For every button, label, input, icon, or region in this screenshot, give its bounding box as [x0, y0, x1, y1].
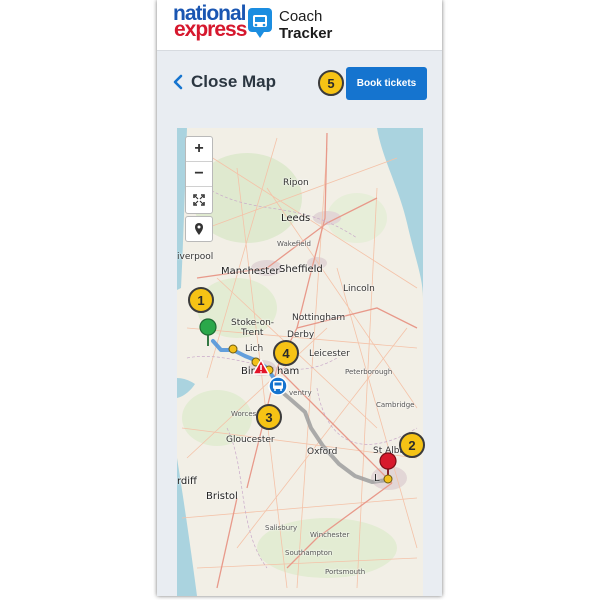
zoom-in-button[interactable]: +	[186, 137, 212, 162]
book-tickets-button[interactable]: Book tickets	[346, 67, 427, 100]
stop-marker-icon[interactable]	[228, 344, 238, 354]
phone-frame: national express Coach Tracker Close Map…	[157, 0, 442, 596]
coach-pin-icon	[248, 8, 272, 38]
app-header: national express Coach Tracker	[157, 0, 442, 51]
origin-pin-icon[interactable]	[199, 318, 217, 346]
close-map-label: Close Map	[191, 72, 277, 91]
destination-pin-icon[interactable]	[379, 452, 397, 478]
logo-line-express: express	[174, 18, 247, 41]
journey-map[interactable]: Ripon Leeds Wakefield iverpool Mancheste…	[177, 128, 423, 596]
fullscreen-icon	[193, 193, 205, 206]
coach-location-icon[interactable]	[268, 376, 288, 396]
logo-line-tracker: Tracker	[279, 25, 333, 42]
coach-tracker-logo: Coach Tracker	[279, 8, 332, 42]
national-express-logo: national express	[173, 3, 247, 41]
chevron-left-icon	[173, 74, 183, 90]
close-map-button[interactable]: Close Map	[173, 72, 276, 92]
map-markers	[199, 318, 397, 484]
zoom-out-button[interactable]: −	[186, 162, 212, 187]
fullscreen-button[interactable]	[186, 187, 212, 212]
zoom-controls: + −	[185, 136, 213, 214]
locate-me-button[interactable]	[185, 216, 213, 242]
location-pin-icon	[195, 223, 203, 235]
stop-marker-icon[interactable]	[383, 474, 393, 484]
map-toolbar: Close Map Book tickets	[157, 51, 442, 113]
logo-line-coach: Coach	[279, 8, 323, 25]
